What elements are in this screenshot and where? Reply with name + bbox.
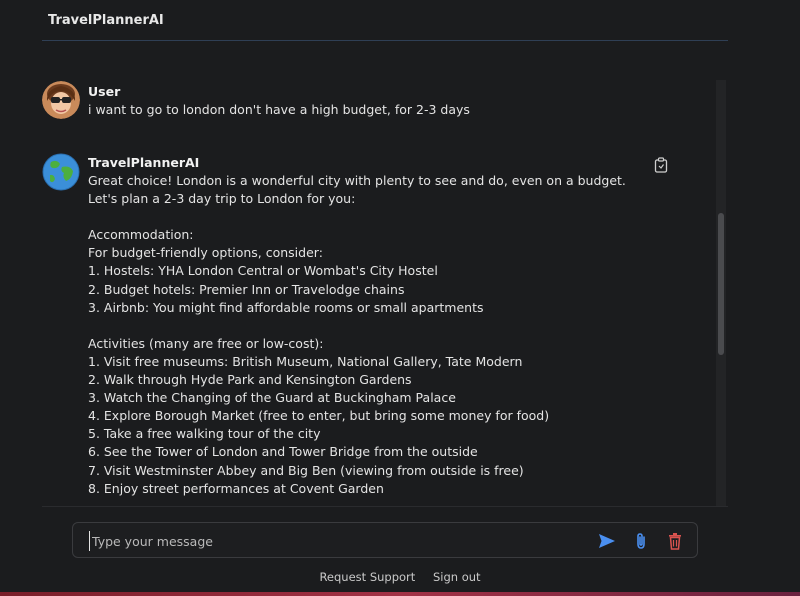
assistant-message: TravelPlannerAI Great choice! London is … — [42, 153, 682, 506]
request-support-link[interactable]: Request Support — [319, 570, 415, 584]
globe-avatar — [42, 153, 80, 191]
message-input[interactable] — [89, 531, 574, 551]
user-avatar — [42, 81, 80, 119]
message-composer — [72, 522, 698, 558]
copy-clipboard-icon[interactable] — [654, 157, 668, 173]
chat-divider — [42, 506, 728, 507]
header-divider — [42, 40, 728, 41]
sender-name: TravelPlannerAI — [88, 155, 200, 170]
footer: Request Support Sign out — [0, 570, 800, 584]
chat-scrollbar[interactable] — [716, 80, 726, 506]
message-text: i want to go to london don't have a high… — [88, 102, 470, 117]
sign-out-link[interactable]: Sign out — [433, 570, 481, 584]
sender-name: User — [88, 84, 121, 99]
message-text: Great choice! London is a wonderful city… — [88, 173, 626, 496]
scroll-thumb[interactable] — [718, 213, 724, 355]
app-title: TravelPlannerAI — [48, 13, 164, 28]
send-icon[interactable] — [597, 531, 617, 551]
trash-icon[interactable] — [665, 531, 685, 551]
chat-area: User i want to go to london don't have a… — [42, 78, 728, 506]
paperclip-icon[interactable] — [631, 531, 651, 551]
taskbar-strip — [0, 592, 800, 596]
